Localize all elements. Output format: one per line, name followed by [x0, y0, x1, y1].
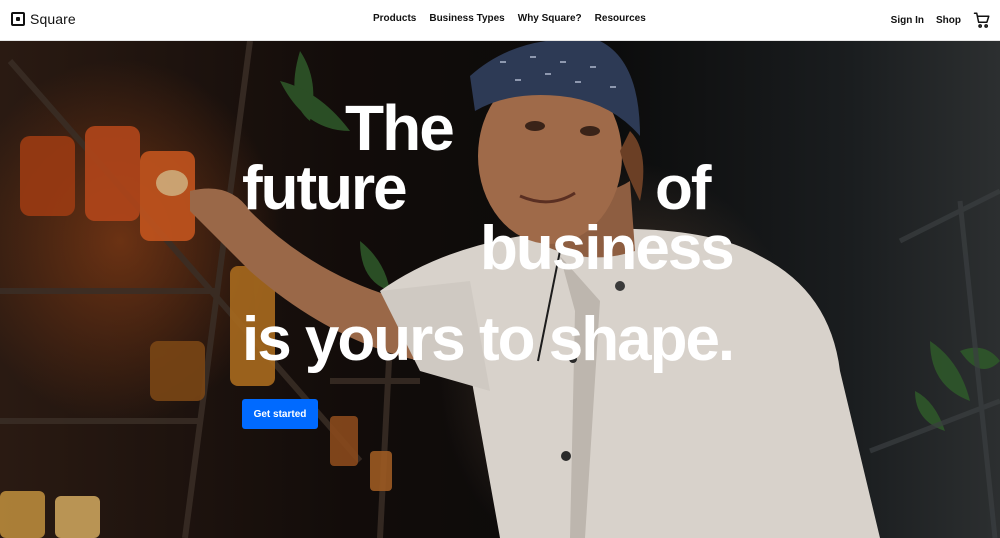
nav-products[interactable]: Products	[373, 13, 416, 24]
nav-business-types[interactable]: Business Types	[429, 13, 504, 24]
get-started-button[interactable]: Get started	[242, 399, 318, 429]
headline-word-business: business	[480, 214, 735, 283]
main-nav: Products Business Types Why Square? Reso…	[373, 13, 646, 24]
headline-word-the: The	[345, 92, 455, 164]
top-navigation: Square Products Business Types Why Squar…	[0, 0, 1000, 41]
brand-name: Square	[30, 11, 76, 27]
square-logo-link[interactable]: Square	[11, 11, 76, 27]
nav-actions: Sign In Shop	[891, 11, 991, 29]
hero-photo	[0, 41, 1000, 538]
cart-icon[interactable]	[973, 11, 991, 29]
headline-word-future: future	[242, 154, 408, 223]
headline-word-of: of	[655, 154, 712, 223]
hero-section: The future of business is yours to shape…	[0, 41, 1000, 538]
sign-in-link[interactable]: Sign In	[891, 15, 924, 26]
square-logo-icon	[11, 12, 25, 26]
headline-line-shape: is yours to shape.	[242, 305, 735, 374]
shop-link[interactable]: Shop	[936, 15, 961, 26]
nav-why-square[interactable]: Why Square?	[518, 13, 582, 24]
nav-resources[interactable]: Resources	[595, 13, 646, 24]
